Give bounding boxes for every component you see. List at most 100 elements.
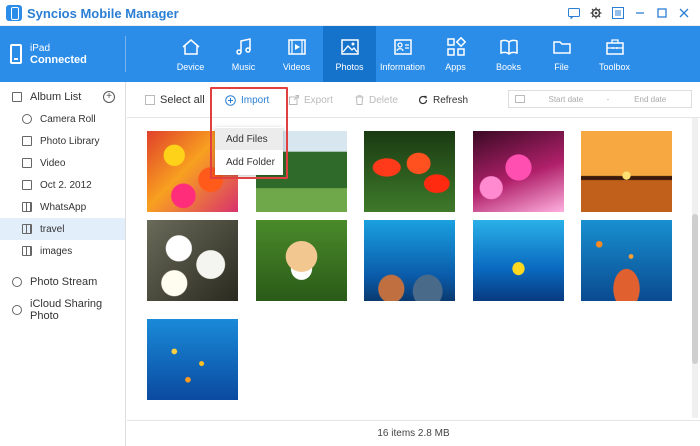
photo-library-icon	[22, 136, 32, 146]
home-icon	[182, 38, 199, 55]
photo-thumbnail[interactable]	[473, 220, 564, 301]
sidebar: Album List + Camera Roll Photo Library Vid…	[0, 82, 126, 446]
album-icon	[22, 224, 32, 234]
sidebar-item-album[interactable]: Camera Roll	[0, 108, 125, 130]
album-list-label: Album List	[30, 91, 82, 103]
tab-label: Device	[176, 61, 205, 72]
start-date-field[interactable]: Start date	[525, 95, 607, 104]
minimize-icon[interactable]	[632, 5, 648, 21]
sidebar-item-album[interactable]: images	[0, 240, 125, 262]
menu-icon[interactable]	[610, 5, 626, 21]
checkbox[interactable]	[145, 95, 155, 105]
sidebar-item-label: Video	[40, 157, 66, 169]
tab-apps[interactable]: Apps	[429, 26, 482, 82]
sidebar-item-label: Camera Roll	[40, 113, 96, 125]
plus-circle-icon	[225, 94, 236, 106]
export-button[interactable]: Export	[289, 93, 333, 107]
menu-item-add-folder[interactable]: Add Folder	[215, 151, 283, 173]
refresh-icon	[418, 95, 428, 105]
tab-label: File	[554, 61, 569, 72]
import-label: Import	[241, 94, 270, 106]
photo-thumbnail[interactable]	[581, 131, 672, 212]
tab-label: Photos	[335, 61, 364, 72]
title-bar: Syncios Mobile Manager	[0, 0, 700, 26]
status-text: 16 items 2.8 MB	[377, 428, 450, 439]
tab-device[interactable]: Device	[164, 26, 217, 82]
sidebar-item-photo-stream[interactable]: Photo Stream	[0, 268, 125, 296]
sidebar-item-album[interactable]: Oct 2. 2012	[0, 174, 125, 196]
tab-music[interactable]: Music	[217, 26, 270, 82]
app-title: Syncios Mobile Manager	[6, 4, 179, 22]
tab-videos[interactable]: Videos	[270, 26, 323, 82]
scrollbar[interactable]	[692, 118, 698, 418]
toolbox-icon	[605, 38, 624, 55]
calendar-icon	[515, 95, 525, 103]
sidebar-item-label: images	[40, 245, 73, 257]
album-icon	[22, 246, 32, 256]
tab-photos[interactable]: Photos	[323, 26, 376, 82]
export-icon	[289, 95, 299, 105]
close-icon[interactable]	[676, 5, 692, 21]
tab-label: Toolbox	[598, 61, 631, 72]
sidebar-item-label: travel	[40, 223, 65, 235]
calendar-icon	[22, 180, 32, 190]
album-list-header[interactable]: Album List +	[0, 86, 125, 108]
apps-grid-icon	[446, 36, 466, 56]
photo-thumbnail[interactable]	[473, 131, 564, 212]
menu-item-add-files[interactable]: Add Files	[215, 128, 283, 150]
photo-thumbnail[interactable]	[581, 220, 672, 301]
delete-button[interactable]: Delete	[355, 93, 398, 107]
album-list-icon	[12, 92, 22, 102]
end-date-field[interactable]: End date	[609, 95, 691, 104]
select-all-checkbox[interactable]: Select all	[145, 93, 205, 107]
folder-icon	[552, 40, 571, 54]
export-label: Export	[304, 94, 333, 106]
sidebar-item-album[interactable]: Photo Library	[0, 130, 125, 152]
music-note-icon	[235, 37, 251, 55]
select-all-label: Select all	[160, 94, 205, 106]
sidebar-item-album[interactable]: travel	[0, 218, 125, 240]
album-icon	[22, 202, 32, 212]
video-icon	[22, 158, 32, 168]
tab-books[interactable]: Books	[482, 26, 535, 82]
maximize-icon[interactable]	[654, 5, 670, 21]
contact-card-icon	[393, 38, 412, 55]
tab-information[interactable]: Information	[376, 26, 429, 82]
tablet-icon	[10, 44, 22, 64]
photo-thumbnail[interactable]	[256, 220, 347, 301]
sidebar-item-album[interactable]: Video	[0, 152, 125, 174]
date-range-filter[interactable]: Start date - End date	[508, 90, 692, 108]
delete-label: Delete	[369, 94, 398, 106]
status-bar: 16 items 2.8 MB	[127, 420, 700, 446]
icloud-sharing-icon	[12, 305, 22, 315]
sidebar-item-album[interactable]: WhatsApp	[0, 196, 125, 218]
sidebar-item-label: Photo Library	[40, 135, 100, 147]
tab-label: Videos	[282, 61, 311, 72]
toolbar: Select all Import Export Delete Refresh …	[127, 82, 700, 118]
film-icon	[287, 38, 306, 55]
photo-thumbnail[interactable]	[147, 319, 238, 400]
import-button[interactable]: Import	[225, 93, 269, 107]
sidebar-item-label: WhatsApp	[40, 201, 87, 213]
scrollbar-thumb[interactable]	[692, 214, 698, 364]
tab-label: Apps	[445, 61, 466, 72]
refresh-button[interactable]: Refresh	[418, 93, 468, 107]
feedback-icon[interactable]	[566, 5, 582, 21]
gear-icon[interactable]	[588, 5, 604, 21]
top-nav-bar: iPad Connected Device Music Videos Photos In…	[0, 26, 700, 82]
book-icon	[499, 39, 518, 55]
tab-label: Books	[495, 61, 521, 72]
app-logo-icon	[6, 5, 22, 21]
tab-toolbox[interactable]: Toolbox	[588, 26, 641, 82]
app-title-text: Syncios Mobile Manager	[27, 5, 179, 21]
photo-thumbnail[interactable]	[364, 131, 455, 212]
photo-thumbnail[interactable]	[147, 220, 238, 301]
add-album-button[interactable]: +	[103, 91, 115, 103]
photo-thumbnail[interactable]	[364, 220, 455, 301]
sidebar-item-icloud-sharing[interactable]: iCloud Sharing Photo	[0, 296, 125, 324]
device-status: Connected	[30, 53, 87, 66]
icloud-sharing-label: iCloud Sharing Photo	[30, 298, 103, 322]
tab-file[interactable]: File	[535, 26, 588, 82]
photo-stream-icon	[12, 277, 22, 287]
device-panel[interactable]: iPad Connected	[0, 26, 126, 82]
